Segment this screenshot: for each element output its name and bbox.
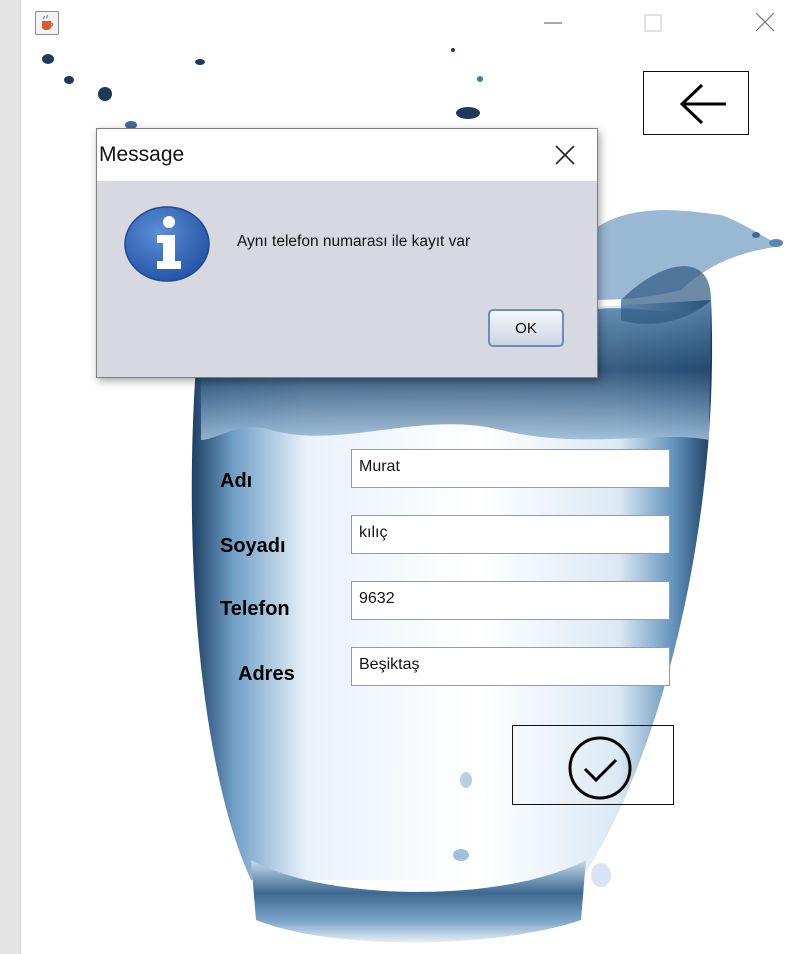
dialog-titlebar: Message [97, 129, 597, 181]
surname-field[interactable]: kılıç [351, 515, 670, 554]
phone-field[interactable]: 9632 [351, 581, 670, 620]
maximize-icon[interactable] [636, 8, 670, 38]
back-button[interactable] [643, 71, 749, 135]
dialog-title: Message [99, 143, 185, 166]
message-dialog: Message Aynı telefon numarası ile kayıt … [96, 128, 598, 378]
name-label: Adı [220, 470, 253, 492]
ok-button[interactable]: OK [488, 309, 564, 347]
java-cup-icon [35, 11, 59, 35]
minimize-icon[interactable] [536, 8, 570, 38]
check-circle-icon [568, 736, 632, 800]
phone-label: Telefon [220, 598, 290, 620]
surname-label: Soyadı [220, 535, 286, 557]
address-label: Adres [238, 663, 295, 685]
address-field[interactable]: Beşiktaş [351, 647, 670, 686]
dialog-message: Aynı telefon numarası ile kayıt var [237, 233, 471, 250]
desktop-edge [0, 0, 21, 954]
confirm-button[interactable] [512, 725, 674, 805]
app-window: Adı Murat Soyadı kılıç Telefon 9632 Adre… [21, 0, 794, 954]
close-icon[interactable] [748, 8, 782, 38]
info-icon [124, 206, 210, 282]
close-icon[interactable] [551, 141, 579, 169]
arrow-left-icon [679, 83, 726, 125]
name-field[interactable]: Murat [351, 449, 670, 488]
